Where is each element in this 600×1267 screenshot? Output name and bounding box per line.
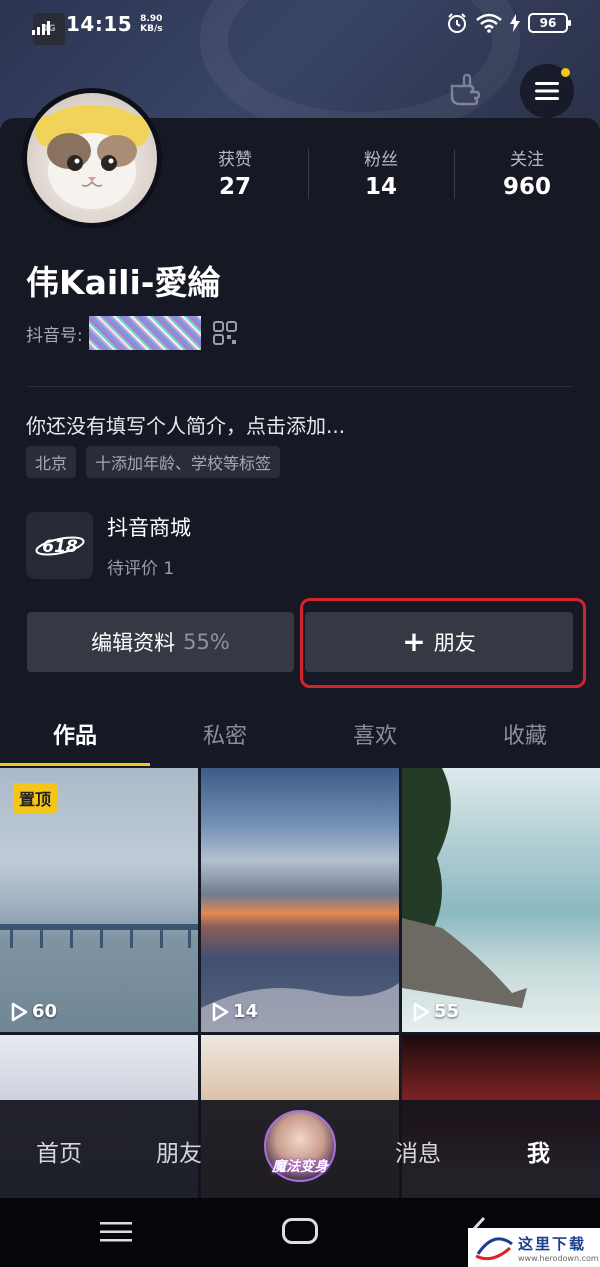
mall-title: 抖音商城 xyxy=(107,516,191,540)
nav-friends[interactable]: 朋友 xyxy=(156,1134,202,1168)
douyin-id-redacted xyxy=(88,316,201,350)
profile-stats: 获赞 27 粉丝 14 关注 960 xyxy=(162,145,600,205)
stat-followers[interactable]: 粉丝 14 xyxy=(308,145,454,205)
plus-icon: + xyxy=(402,625,426,658)
edit-profile-button[interactable]: 编辑资料 55% xyxy=(27,612,294,672)
nav-messages[interactable]: 消息 xyxy=(395,1134,441,1168)
add-friend-button[interactable]: + 朋友 xyxy=(305,612,573,672)
play-icon xyxy=(11,1002,28,1021)
stat-likes[interactable]: 获赞 27 xyxy=(162,145,308,205)
play-count: 60 xyxy=(10,1001,57,1022)
douyin-mall-entry[interactable]: 618 抖音商城 待评价 1 xyxy=(26,512,191,579)
bottom-navigation: 首页 朋友 魔法变身 消息 我 xyxy=(0,1100,600,1198)
nav-home[interactable]: 首页 xyxy=(36,1134,82,1168)
play-icon xyxy=(413,1002,430,1021)
stat-following[interactable]: 关注 960 xyxy=(454,145,600,205)
profile-completion-percent: 55% xyxy=(183,630,230,654)
tab-likes[interactable]: 喜欢 xyxy=(300,706,450,766)
mall-618-logo: 618 xyxy=(26,512,93,579)
wifi-icon xyxy=(476,13,502,33)
tag-location[interactable]: 北京 xyxy=(26,446,77,478)
battery-indicator: 96 xyxy=(528,13,571,33)
watermark-logo xyxy=(475,1236,513,1260)
tab-favorites[interactable]: 收藏 xyxy=(450,706,600,766)
qr-code-icon[interactable] xyxy=(212,321,237,345)
cat-avatar-image xyxy=(35,105,149,209)
tag-add-age-school[interactable]: 十添加年龄、学校等标签 xyxy=(86,446,281,478)
video-tile[interactable]: 14 xyxy=(201,768,399,1032)
hamburger-menu-icon xyxy=(535,82,559,100)
home-icon[interactable] xyxy=(282,1218,318,1244)
username: 伟Kaili-愛綸 xyxy=(26,263,221,302)
video-tile[interactable]: 置顶 60 xyxy=(0,768,198,1032)
recent-apps-icon[interactable] xyxy=(100,1218,132,1246)
charging-icon xyxy=(510,14,520,32)
mall-pending-review: 待评价 1 xyxy=(107,559,175,579)
tab-private[interactable]: 私密 xyxy=(150,706,300,766)
video-tile[interactable]: 55 xyxy=(402,768,600,1032)
network-speed: 8.90 KB/s xyxy=(140,14,163,34)
signal-icon: 4G xyxy=(32,13,65,45)
divider xyxy=(26,386,574,387)
tab-works[interactable]: 作品 xyxy=(0,706,150,766)
nav-me[interactable]: 我 xyxy=(527,1134,550,1168)
play-count: 55 xyxy=(412,1001,459,1022)
site-watermark: 这里下载 www.herodown.com xyxy=(468,1228,600,1267)
menu-button[interactable] xyxy=(520,64,574,118)
avatar[interactable] xyxy=(22,88,162,228)
clock: 14:15 xyxy=(66,12,133,36)
douyin-id-label: 抖音号: xyxy=(26,325,83,346)
hand-pointer-icon[interactable] xyxy=(448,72,488,108)
notification-dot xyxy=(561,68,570,77)
content-tabs: 作品 私密 喜欢 收藏 xyxy=(0,706,600,766)
alarm-icon xyxy=(448,13,466,33)
pinned-badge: 置顶 xyxy=(13,783,58,813)
nav-magic-transform-button[interactable]: 魔法变身 xyxy=(262,1110,338,1190)
status-bar: 4G 14:15 8.90 KB/s 96 xyxy=(0,0,600,48)
douyin-id-row: 抖音号: xyxy=(26,316,237,350)
profile-tags: 北京 十添加年龄、学校等标签 xyxy=(26,446,281,478)
play-icon xyxy=(212,1002,229,1021)
svg-text:618: 618 xyxy=(42,537,78,557)
play-count: 14 xyxy=(211,1001,258,1022)
bio-prompt[interactable]: 你还没有填写个人简介，点击添加... xyxy=(26,410,345,439)
